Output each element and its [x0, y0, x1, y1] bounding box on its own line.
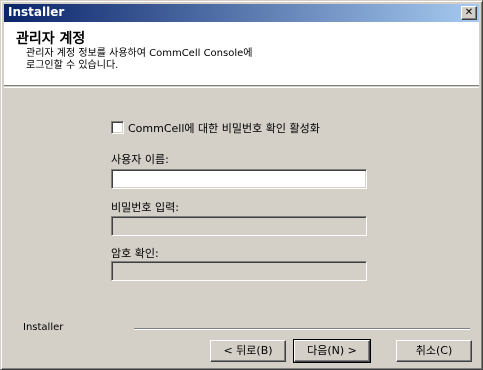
username-label: 사용자 이름:: [111, 153, 169, 166]
window-title: Installer: [8, 5, 65, 19]
back-button[interactable]: < 뒤로(B): [210, 340, 286, 362]
installer-dialog: Installer ✕ 관리자 계정 관리자 계정 정보를 사용하여 CommC…: [0, 0, 483, 370]
page-description-line1: 관리자 계정 정보를 사용하여 CommCell Console에: [26, 48, 253, 59]
enable-password-check-checkbox[interactable]: [111, 121, 124, 134]
footer-divider: [134, 328, 470, 330]
confirm-password-label: 암호 확인:: [111, 247, 159, 260]
password-field[interactable]: [111, 216, 367, 236]
page-title: 관리자 계정: [16, 31, 86, 47]
enable-password-check-label[interactable]: CommCell에 대한 비밀번호 확인 활성화: [128, 120, 320, 136]
page-description-line2: 로그인할 수 있습니다.: [26, 60, 119, 71]
title-bar[interactable]: Installer ✕: [4, 4, 479, 22]
header-divider: [4, 87, 479, 88]
confirm-password-field[interactable]: [111, 261, 367, 281]
cancel-button[interactable]: 취소(C): [396, 340, 472, 362]
close-icon: ✕: [464, 7, 474, 18]
next-button[interactable]: 다음(N) >: [293, 339, 371, 363]
password-label: 비밀번호 입력:: [111, 201, 179, 214]
footer-brand-label: Installer: [23, 322, 64, 333]
close-button[interactable]: ✕: [461, 6, 477, 20]
page-description: 관리자 계정 정보를 사용하여 CommCell Console에 로그인할 수…: [26, 48, 326, 72]
header-panel: 관리자 계정 관리자 계정 정보를 사용하여 CommCell Console에…: [4, 22, 479, 86]
username-field[interactable]: [111, 169, 367, 189]
